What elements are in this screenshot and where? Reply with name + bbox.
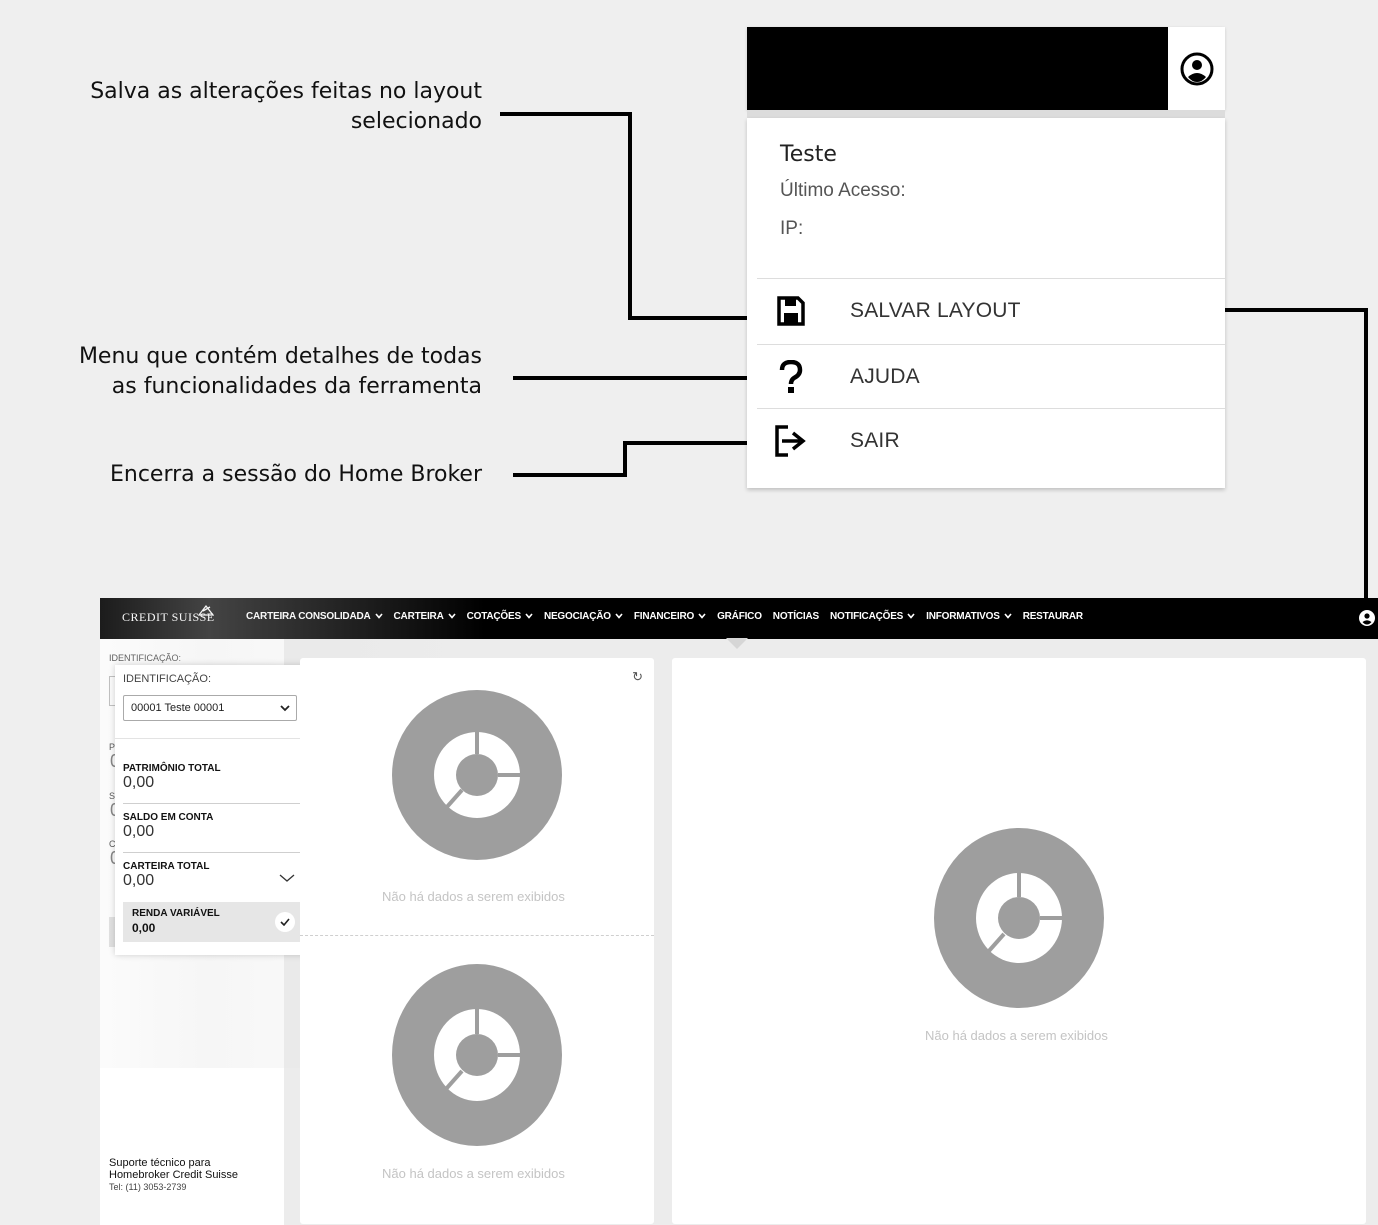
- empty-message: Não há dados a serem exibidos: [382, 1166, 565, 1181]
- panel-divider: [115, 738, 313, 739]
- chevron-down-icon: [615, 613, 623, 619]
- chevron-down-icon: [448, 613, 456, 619]
- callout-ajuda: Menu que contém detalhes de todas as fun…: [79, 342, 482, 402]
- carteira-total-value: 0,00: [123, 872, 155, 889]
- user-circle-icon[interactable]: [1358, 609, 1376, 627]
- ip-label: IP:: [780, 218, 804, 239]
- menu-item-label: SALVAR LAYOUT: [850, 299, 1021, 322]
- account-summary-panel: IDENTIFICAÇÃO: 00001 Teste 00001 PATRIMÔ…: [115, 665, 313, 955]
- empty-message: Não há dados a serem exibidos: [382, 889, 565, 904]
- logout-icon: [775, 425, 806, 457]
- zoomed-user-button[interactable]: [1168, 27, 1225, 110]
- nav-item-cotações[interactable]: COTAÇÕES: [467, 611, 533, 622]
- chevron-down-icon: [907, 613, 915, 619]
- nav-item-label: NOTIFICAÇÕES: [829, 611, 904, 622]
- widget-card-right: Não há dados a serem exibidos: [672, 658, 1366, 1224]
- callout-sair: Encerra a sessão do Home Broker: [110, 460, 482, 490]
- sidebar-identificacao-label: IDENTIFICAÇÃO:: [109, 653, 182, 663]
- sail-logo-icon: [198, 604, 214, 616]
- renda-variavel-value: 0,00: [132, 921, 156, 935]
- nav-item-informativos[interactable]: INFORMATIVOS: [926, 611, 1012, 622]
- question-mark-icon: [779, 360, 803, 393]
- carteira-total-label: CARTEIRA TOTAL: [123, 861, 210, 872]
- user-circle-icon: [1180, 52, 1213, 85]
- renda-variavel-label: RENDA VARIÁVEL: [132, 908, 220, 919]
- saldo-em-conta-row: SALDO EM CONTA 0,00: [123, 812, 303, 853]
- floppy-disk-icon: [777, 296, 805, 326]
- widget-card-left: ↻ Não há dados a serem exibidos Não há d…: [300, 658, 654, 1224]
- menu-item-label: AJUDA: [850, 365, 920, 388]
- chevron-down-icon: [698, 613, 706, 619]
- identificacao-label: IDENTIFICAÇÃO:: [123, 673, 212, 685]
- chevron-down-icon: [525, 613, 533, 619]
- nav-item-label: COTAÇÕES: [466, 611, 522, 622]
- nav-item-label: GRÁFICO: [717, 611, 762, 622]
- widget-divider: [300, 935, 654, 936]
- callout-ajuda-line1: Menu que contém detalhes de todas: [78, 344, 482, 369]
- patrimonio-total-value: 0,00: [123, 774, 155, 791]
- collapse-caret-icon[interactable]: [726, 638, 748, 650]
- renda-variavel-check[interactable]: [275, 912, 295, 932]
- nav-item-label: FINANCEIRO: [633, 611, 695, 622]
- nav-item-label: CARTEIRA CONSOLIDADA: [246, 611, 371, 622]
- donut-placeholder-icon: [392, 690, 562, 860]
- nav-item-label: NOTÍCIAS: [772, 611, 819, 622]
- empty-message: Não há dados a serem exibidos: [925, 1028, 1108, 1043]
- top-navbar: CREDIT SUISSE CARTEIRA CONSOLIDADA CARTEI…: [100, 598, 1378, 639]
- callout-salvar-line1: Salva as alterações feitas no layout: [90, 79, 482, 104]
- refresh-icon[interactable]: ↻: [632, 669, 643, 685]
- callout-ajuda-line2: as funcionalidades da ferramenta: [111, 374, 482, 399]
- support-line1: Suporte técnico para: [109, 1157, 211, 1169]
- user-menu-dropdown: Teste Último Acesso: IP: SALVAR LAYOUT A…: [747, 118, 1225, 488]
- account-select-value: 00001 Teste 00001: [131, 702, 225, 714]
- nav-item-notícias[interactable]: NOTÍCIAS: [773, 611, 819, 622]
- user-info: Teste Último Acesso: IP:: [780, 142, 906, 240]
- menu-item-label: SAIR: [850, 429, 900, 452]
- nav-item-label: RESTAURAR: [1022, 611, 1083, 622]
- home-broker-app: CREDIT SUISSE CARTEIRA CONSOLIDADA CARTEI…: [100, 598, 1378, 1225]
- support-info: Suporte técnico para Homebroker Credit S…: [109, 1157, 238, 1193]
- callout-salvar-layout: Salva as alterações feitas no layout sel…: [90, 77, 482, 137]
- nav-item-label: INFORMATIVOS: [926, 611, 1000, 622]
- menu-item-sair[interactable]: SAIR: [757, 408, 1225, 473]
- support-tel: Tel: (11) 3053-2739: [109, 1182, 187, 1192]
- support-line2: Homebroker Credit Suisse: [109, 1169, 238, 1181]
- chevron-down-icon: [280, 705, 290, 712]
- zoomed-navbar-black: [747, 27, 1168, 110]
- patrimonio-total-label: PATRIMÔNIO TOTAL: [123, 763, 221, 774]
- nav-item-restaurar[interactable]: RESTAURAR: [1023, 611, 1083, 622]
- zoomed-header-bar: [747, 27, 1225, 110]
- donut-placeholder-icon: [392, 964, 562, 1146]
- check-icon: [280, 918, 290, 926]
- donut-placeholder-icon: [934, 828, 1104, 1008]
- nav-item-label: CARTEIRA: [393, 611, 444, 622]
- account-select[interactable]: 00001 Teste 00001: [123, 695, 297, 721]
- nav-item-label: NEGOCIAÇÃO: [543, 611, 611, 622]
- callout-sair-line1: Encerra a sessão do Home Broker: [109, 462, 482, 487]
- callout-salvar-line2: selecionado: [350, 109, 482, 134]
- nav-item-carteira[interactable]: CARTEIRA: [394, 611, 456, 622]
- saldo-em-conta-value: 0,00: [123, 823, 155, 840]
- user-name: Teste: [780, 142, 837, 167]
- chevron-down-icon: [374, 613, 383, 619]
- zoomed-separator: [747, 110, 1225, 118]
- nav-item-gráfico[interactable]: GRÁFICO: [717, 611, 762, 622]
- nav-item-carteira-consolidada[interactable]: CARTEIRA CONSOLIDADA: [246, 611, 383, 622]
- carteira-total-row[interactable]: CARTEIRA TOTAL 0,00: [123, 861, 303, 901]
- chevron-down-icon: [1004, 613, 1012, 619]
- patrimonio-total-row: PATRIMÔNIO TOTAL 0,00: [123, 763, 303, 804]
- menu-item-salvar-layout[interactable]: SALVAR LAYOUT: [757, 278, 1225, 343]
- renda-variavel-row[interactable]: RENDA VARIÁVEL 0,00: [123, 902, 303, 942]
- nav-menu: CARTEIRA CONSOLIDADA CARTEIRA COTAÇÕES NEGO…: [246, 611, 1083, 622]
- last-access-label: Último Acesso:: [780, 180, 906, 201]
- chevron-down-icon[interactable]: [279, 873, 295, 883]
- nav-item-financeiro[interactable]: FINANCEIRO: [634, 611, 706, 622]
- nav-item-negociação[interactable]: NEGOCIAÇÃO: [544, 611, 623, 622]
- saldo-em-conta-label: SALDO EM CONTA: [123, 812, 214, 823]
- menu-item-ajuda[interactable]: AJUDA: [757, 344, 1225, 409]
- nav-item-notificações[interactable]: NOTIFICAÇÕES: [830, 611, 915, 622]
